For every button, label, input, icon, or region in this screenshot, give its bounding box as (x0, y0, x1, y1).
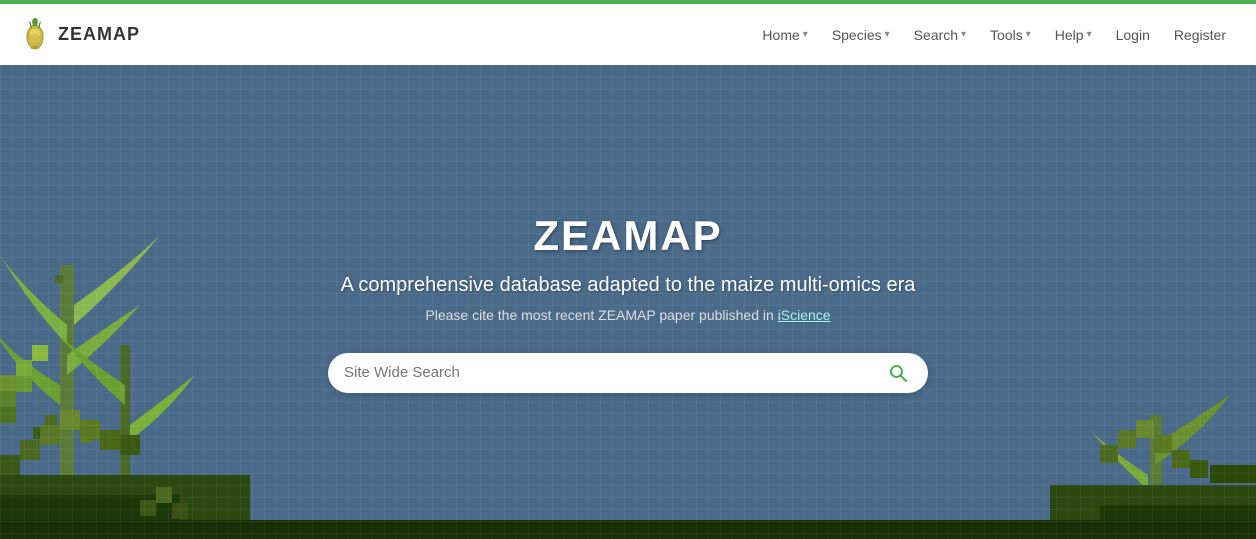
nav-item-search[interactable]: Search ▾ (904, 21, 976, 49)
hero-content: ZEAMAP A comprehensive database adapted … (308, 192, 948, 413)
hero-section: ZEAMAP A comprehensive database adapted … (0, 65, 1256, 539)
iscience-link[interactable]: iScience (778, 307, 831, 323)
search-icon (888, 363, 908, 383)
nav-item-home[interactable]: Home ▾ (752, 21, 817, 49)
brand-name-text: ZEAMAP (58, 24, 140, 45)
hero-title: ZEAMAP (328, 212, 928, 260)
nav-login-link[interactable]: Login (1106, 21, 1160, 49)
nav-item-species[interactable]: Species ▾ (822, 21, 900, 49)
hero-subtitle: A comprehensive database adapted to the … (328, 274, 928, 297)
navbar: ZEAMAP Home ▾ Species ▾ Search ▾ Tools ▾… (0, 0, 1256, 65)
species-dropdown-icon: ▾ (885, 29, 890, 40)
nav-item-help[interactable]: Help ▾ (1045, 21, 1102, 49)
nav-menu: Home ▾ Species ▾ Search ▾ Tools ▾ Help ▾… (752, 21, 1236, 49)
brand-logo-icon (20, 17, 50, 53)
search-bar (328, 353, 928, 393)
search-input[interactable] (344, 364, 884, 381)
hero-cite-text: Please cite the most recent ZEAMAP paper… (328, 307, 928, 323)
nav-register-link[interactable]: Register (1164, 21, 1236, 49)
tools-dropdown-icon: ▾ (1026, 29, 1031, 40)
brand-logo-link[interactable]: ZEAMAP (20, 17, 140, 53)
home-dropdown-icon: ▾ (803, 29, 808, 40)
search-dropdown-icon: ▾ (961, 29, 966, 40)
help-dropdown-icon: ▾ (1087, 29, 1092, 40)
nav-item-tools[interactable]: Tools ▾ (980, 21, 1041, 49)
search-button[interactable] (884, 359, 912, 387)
